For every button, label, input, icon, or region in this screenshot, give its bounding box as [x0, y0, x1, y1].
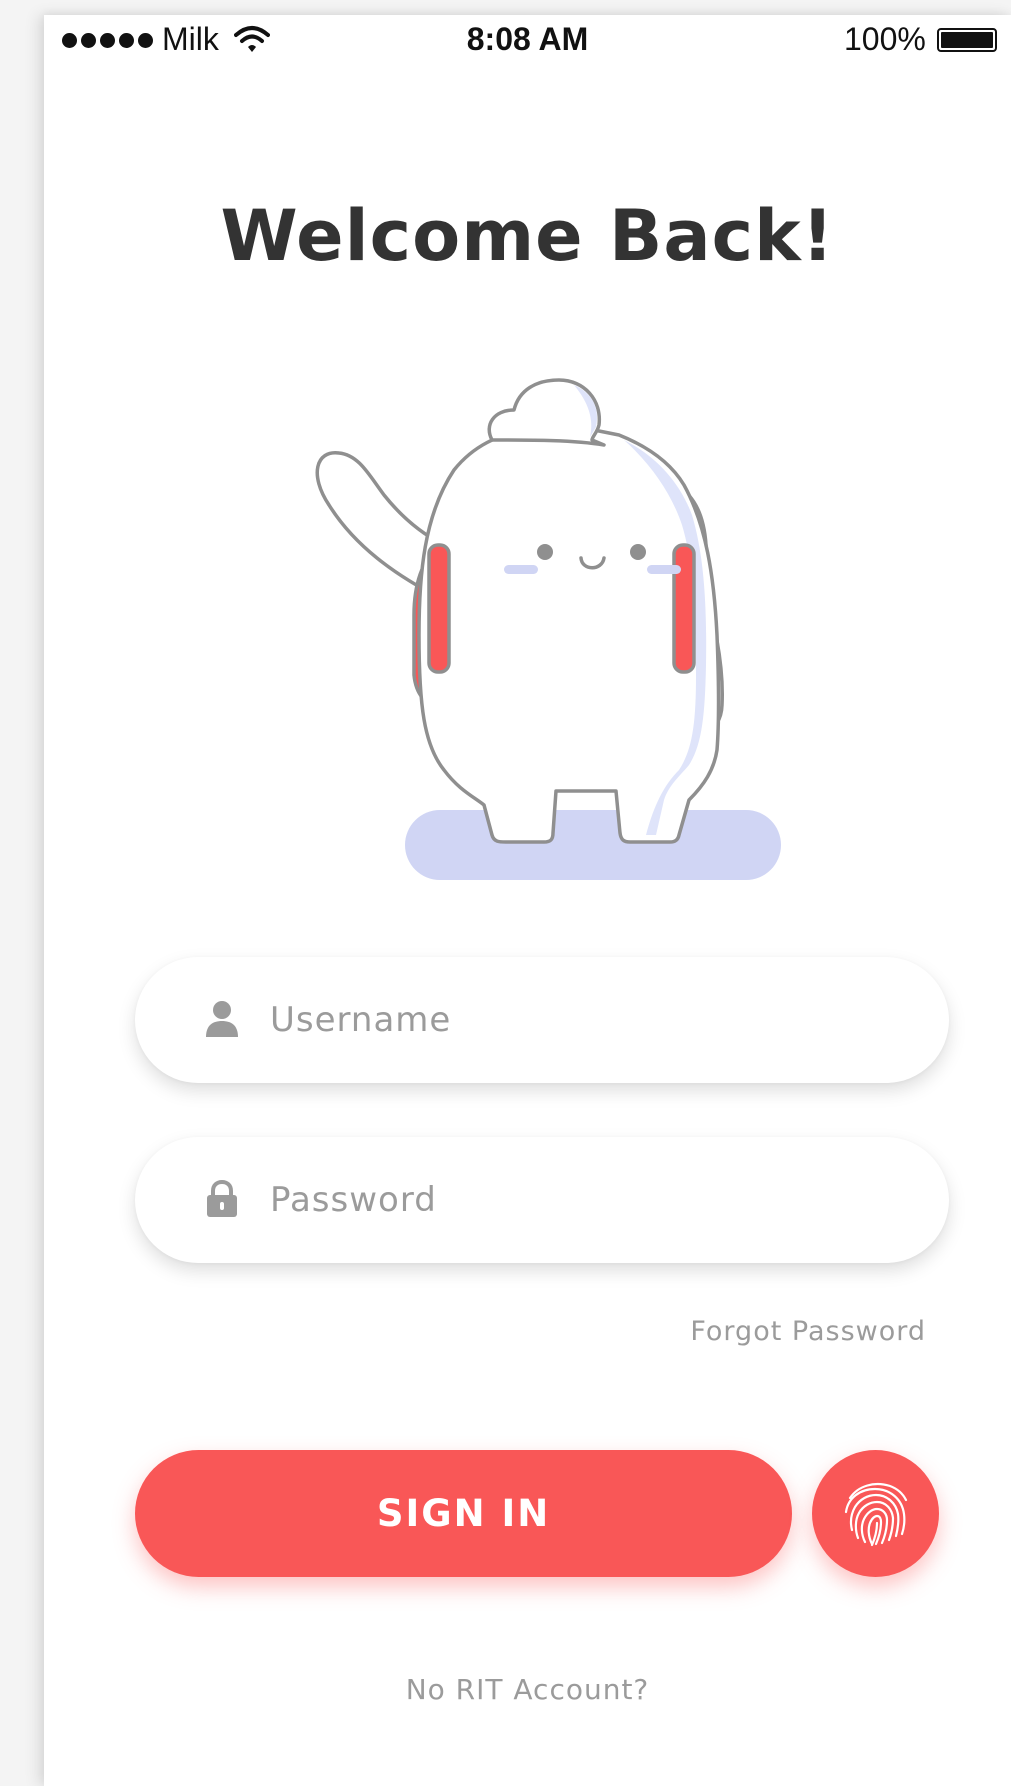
- user-icon: [205, 1000, 239, 1038]
- battery-icon: [937, 28, 997, 52]
- status-bar: Milk 8:08 AM 100%: [44, 15, 1011, 67]
- battery-percent: 100%: [844, 21, 926, 57]
- mascot-illustration: [274, 345, 794, 885]
- sign-in-button[interactable]: SIGN IN: [135, 1450, 792, 1577]
- password-placeholder: Password: [270, 1180, 437, 1220]
- page-title: Welcome Back!: [220, 195, 835, 277]
- password-field[interactable]: Password: [135, 1137, 949, 1263]
- no-account-link[interactable]: No RIT Account?: [44, 1673, 1011, 1706]
- username-field[interactable]: Username: [135, 957, 949, 1083]
- fingerprint-icon: [844, 1482, 908, 1547]
- phone-screen: Milk 8:08 AM 100% Welcome Back! Username…: [44, 15, 1011, 1786]
- page-background: Milk 8:08 AM 100% Welcome Back! Username…: [0, 0, 1011, 1786]
- fingerprint-button[interactable]: [812, 1450, 939, 1577]
- lock-icon: [205, 1179, 239, 1218]
- username-placeholder: Username: [270, 1000, 452, 1040]
- forgot-password-link[interactable]: Forgot Password: [690, 1316, 926, 1347]
